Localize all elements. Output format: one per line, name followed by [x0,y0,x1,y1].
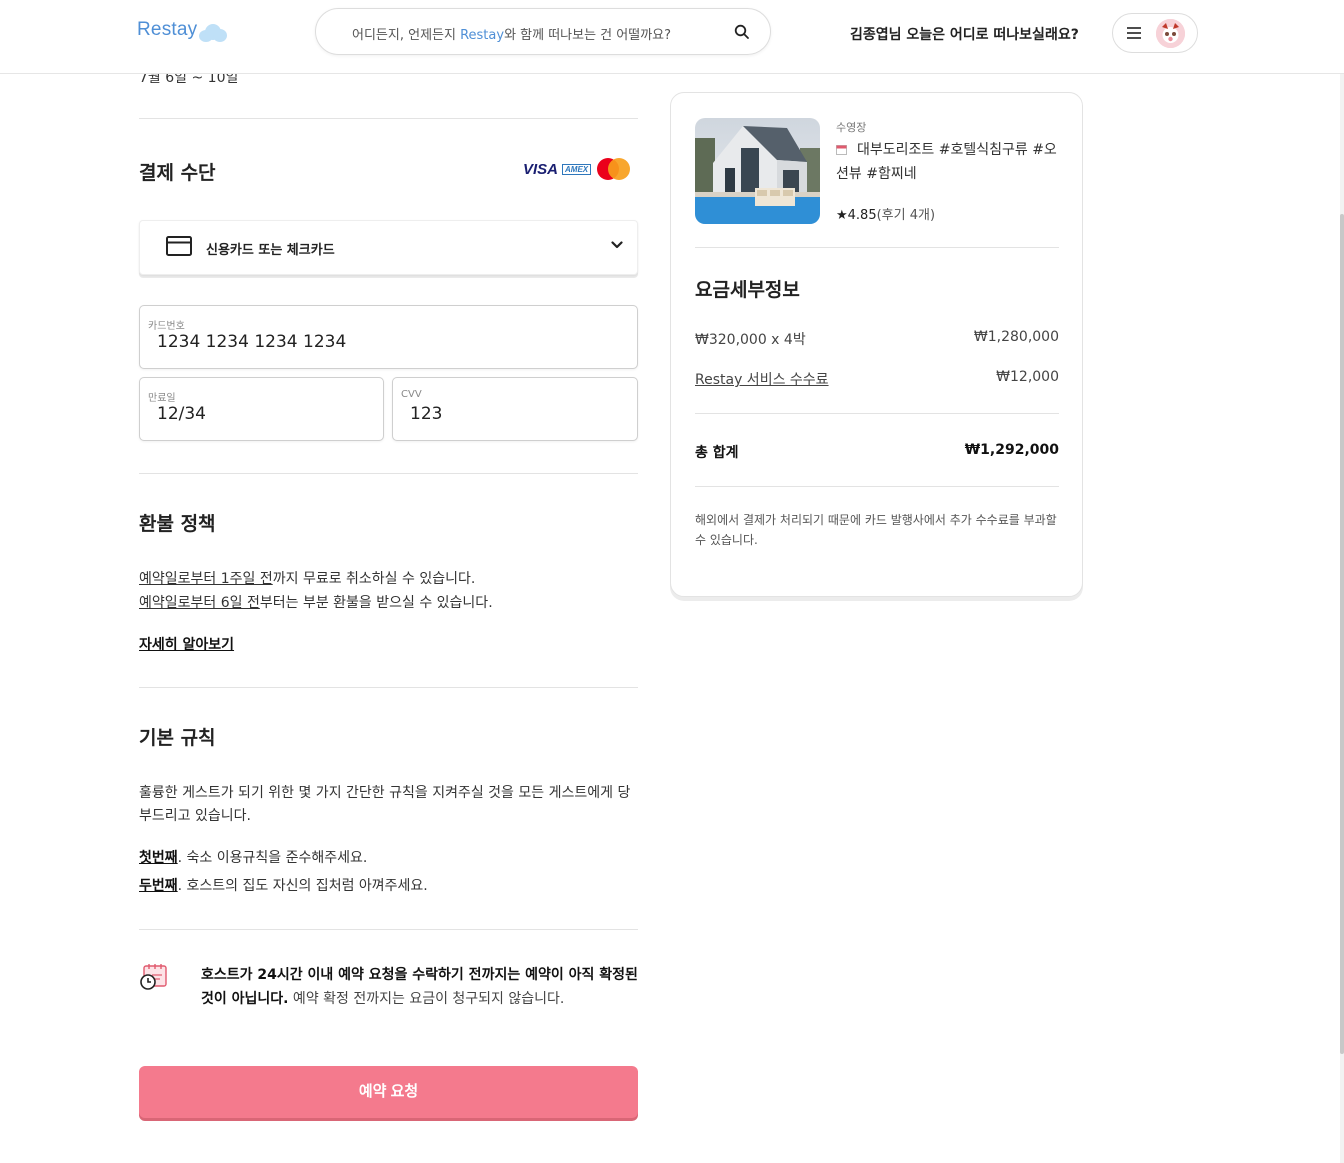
total-amount: ₩1,292,000 [964,442,1059,458]
listing-photo-image [695,118,820,224]
card-number-value: 1234 1234 1234 1234 [157,332,347,352]
listing-type: 수영장 [836,121,867,134]
total-row: 총 합계 ₩1,292,000 [695,442,1059,462]
reserve-request-button[interactable]: 예약 요청 [139,1066,638,1118]
cloud-icon [195,22,229,44]
rule-second: 두번째. 호스트의 집도 자신의 집처럼 아껴주세요. [139,875,428,895]
refund-line-1-text: 까지 무료로 취소하실 수 있습니다. [272,571,476,587]
top-header: Restay 어디든지, 언제든지 Restay와 함께 떠나보는 건 어떨까요… [0,0,1344,74]
reservation-notice: 호스트가 24시간 이내 예약 요청을 수락하기 전까지는 예약이 아직 확정된… [201,963,641,1011]
cvv-field[interactable]: CVV 123 [392,377,638,441]
service-fee-row: Restay 서비스 수수료 ₩12,000 [695,369,1059,389]
cvv-label: CVV [401,389,422,400]
notice-rest: 예약 확정 전까지는 요금이 청구되지 않습니다. [288,991,565,1007]
listing-photo[interactable] [695,118,820,224]
refund-line-2: 예약일로부터 6일 전부터는 부분 환불을 받으실 수 있습니다. [139,591,493,615]
listing-name: 대부도리조트 #호텔식침구류 #오션뷰 #함찌네 [836,138,1066,186]
house-rules-title: 기본 규칙 [139,727,216,749]
restay-logo[interactable]: Restay [137,16,229,44]
service-fee-amount: ₩12,000 [996,369,1059,385]
page-scrollbar[interactable] [1340,74,1344,1163]
mastercard-logo [595,157,631,181]
price-summary-card: 수영장 대부도리조트 #호텔식침구류 #오션뷰 #함찌네 ★4.85(후기 4개… [670,92,1083,597]
rating-value: ★4.85 [836,208,877,223]
divider [139,929,638,930]
card-brand-logos: VISA AMEX [523,157,631,181]
payment-method-select[interactable]: 신용카드 또는 체크카드 [139,220,638,275]
foreign-fee-note: 해외에서 결제가 처리되기 때문에 카드 발행사에서 추가 수수료를 부과할 수… [695,513,1057,547]
card-number-label: 카드번호 [148,321,185,332]
expiry-label: 만료일 [148,393,176,404]
visa-logo: VISA [523,160,559,178]
divider [139,473,638,474]
calendar-icon [836,145,847,155]
greeting-text: 김종엽님 오늘은 어디로 떠나보실래요? [850,27,1079,43]
refund-line-2-link[interactable]: 예약일로부터 6일 전 [139,595,260,611]
cvv-value: 123 [410,404,443,424]
rule-first-text: . 숙소 이용규칙을 준수해주세요. [177,850,368,866]
expiry-value: 12/34 [157,404,206,424]
hamburger-icon [1127,27,1141,39]
learn-more-link[interactable]: 자세히 알아보기 [139,634,234,654]
refund-line-1: 예약일로부터 1주일 전까지 무료로 취소하실 수 있습니다. [139,567,475,591]
avatar [1156,19,1185,48]
rule-second-text: . 호스트의 집도 자신의 집처럼 아껴주세요. [177,878,428,894]
review-count: (후기 4개) [876,208,936,223]
nightly-row: ₩320,000 x 4박 ₩1,280,000 [695,329,1059,349]
refund-policy-title: 환불 정책 [139,513,216,535]
house-rules-intro: 훌륭한 게스트가 되기 위한 몇 가지 간단한 규칙을 지켜주실 것을 모든 게… [139,785,631,824]
refund-line-2-text: 부터는 부분 환불을 받으실 수 있습니다. [259,595,493,611]
rule-first: 첫번째. 숙소 이용규칙을 준수해주세요. [139,847,367,867]
credit-card-icon [166,236,192,256]
divider [139,118,638,119]
search-placeholder: 어디든지, 언제든지 Restay와 함께 떠나보는 건 어떨까요? [352,24,671,43]
expiry-field[interactable]: 만료일 12/34 [139,377,384,441]
calendar-clock-icon [140,964,167,990]
divider [139,687,638,688]
nightly-amount: ₩1,280,000 [973,329,1059,345]
search-prefix: 어디든지, 언제든지 [352,28,461,43]
payment-method-label: 신용카드 또는 체크카드 [206,243,335,258]
user-menu-button[interactable] [1112,13,1198,53]
listing-name-text: 대부도리조트 #호텔식침구류 #오션뷰 #함찌네 [836,142,1057,182]
search-suffix: 와 함께 떠나보는 건 어떨까요? [504,28,672,43]
avatar-image [1156,19,1185,48]
service-fee-link[interactable]: Restay 서비스 수수료 [695,372,829,388]
price-details-title: 요금세부정보 [695,279,800,301]
amex-logo: AMEX [562,163,592,175]
search-bar[interactable]: 어디든지, 언제든지 Restay와 함께 떠나보는 건 어떨까요? [315,8,771,55]
divider [695,247,1059,248]
rule-second-label: 두번째 [139,878,178,894]
refund-line-1-link[interactable]: 예약일로부터 1주일 전 [139,571,273,587]
divider [695,413,1059,414]
payment-title: 결제 수단 [139,162,216,184]
listing-rating: ★4.85(후기 4개) [836,204,935,223]
chevron-down-icon [611,241,623,249]
divider [695,486,1059,487]
rule-first-label: 첫번째 [139,850,178,866]
logo-text: Restay [137,19,198,40]
card-number-field[interactable]: 카드번호 1234 1234 1234 1234 [139,305,638,369]
scrollbar-thumb[interactable] [1340,214,1344,1054]
search-icon[interactable] [734,24,750,40]
search-brand: Restay [460,28,505,43]
total-label: 총 합계 [695,445,739,461]
nightly-label: ₩320,000 x 4박 [695,332,806,348]
